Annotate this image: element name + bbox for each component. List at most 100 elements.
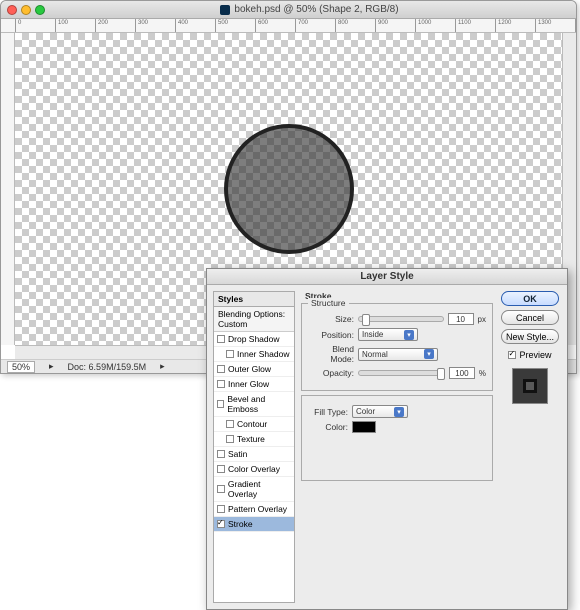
style-label: Inner Glow [228, 379, 269, 389]
chevron-updown-icon: ▾ [404, 330, 414, 340]
styles-header[interactable]: Styles [214, 292, 294, 307]
style-row-drop-shadow[interactable]: Drop Shadow [214, 332, 294, 347]
ruler-tick: 600 [255, 19, 295, 33]
style-checkbox[interactable] [217, 365, 225, 373]
filltype-row: Fill Type: Color ▾ [308, 405, 486, 418]
structure-fieldset: Structure Size: 10 px Position: Inside ▾… [301, 303, 493, 391]
style-label: Pattern Overlay [228, 504, 287, 514]
ruler-horizontal[interactable]: 0100200300400500600700800900100011001200… [1, 19, 576, 33]
ruler-tick: 1100 [455, 19, 495, 33]
style-row-texture[interactable]: Texture [214, 432, 294, 447]
opacity-input[interactable]: 100 [449, 367, 475, 379]
filltype-label: Fill Type: [308, 407, 348, 417]
style-label: Stroke [228, 519, 253, 529]
chevron-updown-icon: ▾ [424, 349, 434, 359]
style-label: Bevel and Emboss [227, 394, 291, 414]
ruler-tick: 1300 [535, 19, 575, 33]
style-row-stroke[interactable]: Stroke [214, 517, 294, 532]
zoom-icon[interactable] [35, 5, 45, 15]
ok-button[interactable]: OK [501, 291, 559, 306]
style-checkbox[interactable] [226, 420, 234, 428]
doc-size: Doc: 6.59M/159.5M [68, 362, 147, 372]
position-select[interactable]: Inside ▾ [358, 328, 418, 341]
style-label: Gradient Overlay [228, 479, 291, 499]
ruler-tick: 0 [15, 19, 55, 33]
status-menu-icon[interactable]: ▸ [160, 361, 165, 372]
style-row-inner-shadow[interactable]: Inner Shadow [214, 347, 294, 362]
style-checkbox[interactable] [217, 380, 225, 388]
opacity-slider[interactable] [358, 370, 445, 376]
blendmode-row: Blend Mode: Normal ▾ [308, 344, 486, 364]
position-label: Position: [308, 330, 354, 340]
style-checkbox[interactable] [217, 335, 225, 343]
size-slider[interactable] [358, 316, 444, 322]
ruler-tick: 800 [335, 19, 375, 33]
styles-list: Styles Blending Options: Custom Drop Sha… [213, 291, 295, 603]
ruler-tick: 200 [95, 19, 135, 33]
ruler-tick: 400 [175, 19, 215, 33]
style-row-color-overlay[interactable]: Color Overlay [214, 462, 294, 477]
zoom-field[interactable]: 50% [7, 361, 35, 373]
style-checkbox[interactable] [217, 520, 225, 528]
style-row-contour[interactable]: Contour [214, 417, 294, 432]
ruler-vertical[interactable] [1, 33, 15, 345]
opacity-label: Opacity: [308, 368, 354, 378]
size-row: Size: 10 px [308, 313, 486, 325]
preview-toggle[interactable]: Preview [508, 350, 551, 360]
color-swatch[interactable] [352, 421, 376, 433]
new-style-button[interactable]: New Style... [501, 329, 559, 344]
filltype-select[interactable]: Color ▾ [352, 405, 408, 418]
ruler-tick: 100 [55, 19, 95, 33]
color-label: Color: [308, 422, 348, 432]
style-checkbox[interactable] [217, 465, 225, 473]
window-titlebar[interactable]: bokeh.psd @ 50% (Shape 2, RGB/8) [1, 1, 576, 19]
blending-options-row[interactable]: Blending Options: Custom [214, 307, 294, 332]
document-title-text: bokeh.psd @ 50% (Shape 2, RGB/8) [234, 4, 398, 15]
size-input[interactable]: 10 [448, 313, 474, 325]
style-label: Texture [237, 434, 265, 444]
style-label: Outer Glow [228, 364, 271, 374]
opacity-row: Opacity: 100 % [308, 367, 486, 379]
style-label: Contour [237, 419, 267, 429]
preview-checkbox[interactable] [508, 351, 516, 359]
status-arrow-icon[interactable]: ▸ [49, 361, 54, 372]
style-checkbox[interactable] [226, 350, 234, 358]
style-row-outer-glow[interactable]: Outer Glow [214, 362, 294, 377]
style-checkbox[interactable] [226, 435, 234, 443]
ruler-tick: 1400 [575, 19, 576, 33]
settings-panel: Stroke Structure Size: 10 px Position: I… [301, 291, 493, 603]
style-checkbox[interactable] [217, 450, 225, 458]
ruler-tick: 700 [295, 19, 335, 33]
style-label: Drop Shadow [228, 334, 280, 344]
style-row-pattern-overlay[interactable]: Pattern Overlay [214, 502, 294, 517]
size-label: Size: [308, 314, 354, 324]
dialog-title[interactable]: Layer Style [207, 269, 567, 285]
opacity-unit: % [479, 369, 486, 378]
style-row-inner-glow[interactable]: Inner Glow [214, 377, 294, 392]
style-label: Satin [228, 449, 247, 459]
close-icon[interactable] [7, 5, 17, 15]
chevron-updown-icon: ▾ [394, 407, 404, 417]
photoshop-file-icon [220, 5, 230, 15]
color-row: Color: [308, 421, 486, 433]
shape-circle[interactable] [224, 124, 354, 254]
dialog-body: Styles Blending Options: Custom Drop Sha… [207, 285, 567, 609]
style-checkbox[interactable] [217, 400, 224, 408]
ruler-tick: 500 [215, 19, 255, 33]
ruler-tick: 1200 [495, 19, 535, 33]
fill-fieldset: Fill Type: Color ▾ Color: [301, 395, 493, 481]
cancel-button[interactable]: Cancel [501, 310, 559, 325]
style-label: Inner Shadow [237, 349, 289, 359]
style-row-bevel-and-emboss[interactable]: Bevel and Emboss [214, 392, 294, 417]
blendmode-select[interactable]: Normal ▾ [358, 348, 438, 361]
position-row: Position: Inside ▾ [308, 328, 486, 341]
style-label: Color Overlay [228, 464, 280, 474]
style-row-gradient-overlay[interactable]: Gradient Overlay [214, 477, 294, 502]
structure-legend: Structure [308, 298, 349, 308]
preview-swatch [523, 379, 537, 393]
style-row-satin[interactable]: Satin [214, 447, 294, 462]
minimize-icon[interactable] [21, 5, 31, 15]
style-checkbox[interactable] [217, 505, 225, 513]
style-checkbox[interactable] [217, 485, 225, 493]
position-value: Inside [362, 330, 383, 339]
